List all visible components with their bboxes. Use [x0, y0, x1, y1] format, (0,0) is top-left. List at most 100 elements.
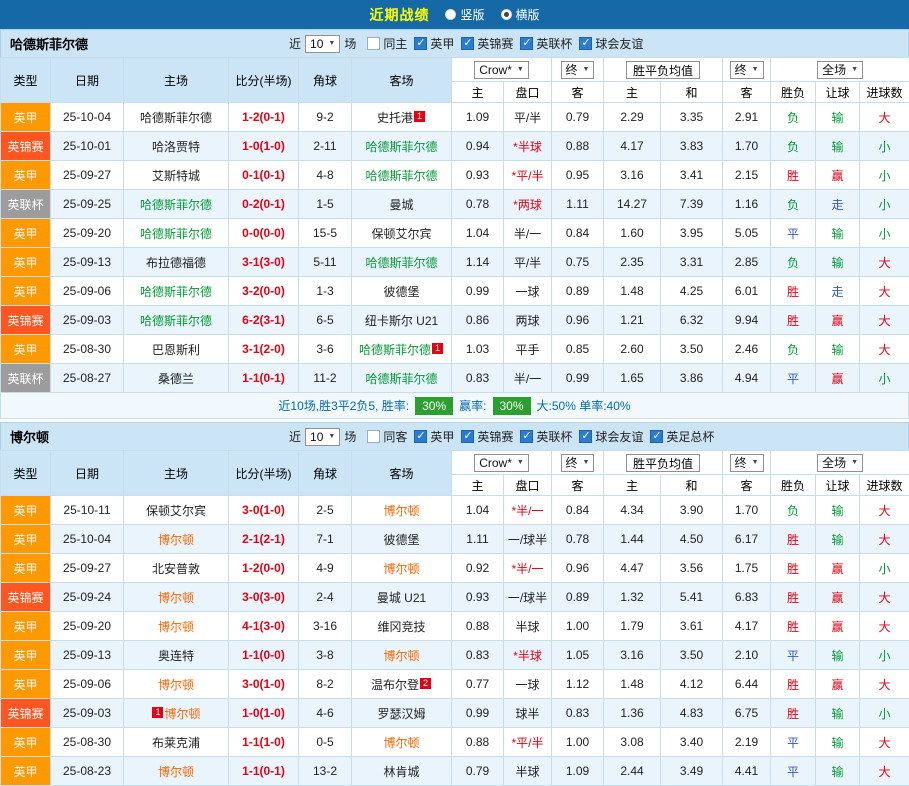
away-team-link[interactable]: 罗瑟汉姆 — [377, 707, 425, 721]
result-flag: 负 — [771, 103, 816, 132]
away-team-cell: 罗瑟汉姆 — [352, 699, 452, 728]
away-team-link[interactable]: 哈德斯菲尔德 — [365, 372, 437, 386]
away-team-link[interactable]: 曼城 — [389, 198, 413, 212]
match-date: 25-10-04 — [51, 103, 124, 132]
checkbox-unchecked[interactable] — [367, 37, 380, 50]
odds-home: 1.04 — [452, 496, 504, 525]
away-team-link[interactable]: 彼德堡 — [383, 533, 419, 547]
scope-select[interactable]: 全场▼ — [817, 61, 863, 79]
away-team-link[interactable]: 哈德斯菲尔德 — [359, 343, 431, 357]
filter-checkbox-英甲[interactable]: 英甲 — [414, 428, 454, 445]
filter-checkbox-同客[interactable]: 同客 — [367, 428, 407, 445]
home-team-link[interactable]: 哈德斯菲尔德 — [140, 314, 212, 328]
home-team-link[interactable]: 哈德斯菲尔德 — [140, 198, 212, 212]
match-count-select[interactable]: 10▼ — [305, 428, 340, 446]
bookmaker-select[interactable]: Crow*▼ — [474, 454, 529, 472]
final-avg-select[interactable]: 终▼ — [730, 454, 764, 472]
home-team-link[interactable]: 哈德斯菲尔德 — [140, 111, 212, 125]
match-row: 英甲25-09-13布拉德福德3-1(3-0)5-11哈德斯菲尔德1.14平/半… — [1, 248, 909, 277]
handicap-result-flag: 走 — [816, 277, 860, 306]
away-team-link[interactable]: 史托港 — [377, 111, 413, 125]
avg-draw: 3.49 — [661, 757, 723, 786]
view-option-horizontal[interactable]: 横版 — [501, 6, 540, 23]
view-option-vertical[interactable]: 竖版 — [445, 6, 484, 23]
match-score: 1-1(0-1) — [229, 757, 299, 786]
handicap-result-flag: 走 — [816, 190, 860, 219]
home-team-link[interactable]: 博尔顿 — [158, 765, 194, 779]
away-team-link[interactable]: 纽卡斯尔 U21 — [365, 314, 438, 328]
match-score: 3-1(3-0) — [229, 248, 299, 277]
goals-flag: 大 — [860, 496, 909, 525]
home-team-link[interactable]: 博尔顿 — [164, 707, 200, 721]
home-team-link[interactable]: 北安普敦 — [152, 562, 200, 576]
home-team-link[interactable]: 哈德斯菲尔德 — [140, 285, 212, 299]
filter-checkbox-英锦赛[interactable]: 英锦赛 — [461, 35, 513, 52]
home-team-link[interactable]: 布拉德福德 — [146, 256, 206, 270]
filter-checkbox-同主[interactable]: 同主 — [367, 35, 407, 52]
filter-checkbox-英足总杯[interactable]: 英足总杯 — [650, 428, 714, 445]
col-corners: 角球 — [299, 451, 352, 496]
bookmaker-select[interactable]: Crow*▼ — [474, 61, 529, 79]
away-team-link[interactable]: 温布尔登 — [371, 678, 419, 692]
match-count-select[interactable]: 10▼ — [305, 35, 340, 53]
checkbox-checked[interactable] — [579, 37, 592, 50]
checkbox-checked[interactable] — [414, 430, 427, 443]
home-team-link[interactable]: 保顿艾尔宾 — [146, 504, 206, 518]
match-date: 25-09-27 — [51, 554, 124, 583]
away-team-link[interactable]: 林肯城 — [383, 765, 419, 779]
filter-checkbox-英甲[interactable]: 英甲 — [414, 35, 454, 52]
corners-score: 2-5 — [299, 496, 352, 525]
filter-checkbox-英联杯[interactable]: 英联杯 — [520, 428, 572, 445]
away-team-link[interactable]: 维冈竞技 — [377, 620, 425, 634]
odds-handicap: 半/一 — [504, 219, 552, 248]
home-team-link[interactable]: 哈洛贾特 — [152, 140, 200, 154]
checkbox-checked[interactable] — [520, 37, 533, 50]
checkbox-checked[interactable] — [650, 430, 663, 443]
checkbox-checked[interactable] — [461, 430, 474, 443]
col-away: 客场 — [352, 58, 452, 103]
home-team-link[interactable]: 桑德兰 — [158, 372, 194, 386]
away-team-link[interactable]: 曼城 U21 — [377, 591, 426, 605]
checkbox-unchecked[interactable] — [367, 430, 380, 443]
chevron-down-icon: ▼ — [517, 459, 524, 466]
final-avg-select[interactable]: 终▼ — [730, 61, 764, 79]
away-team-link[interactable]: 保顿艾尔宾 — [371, 227, 431, 241]
result-flag: 胜 — [771, 699, 816, 728]
home-team-link[interactable]: 博尔顿 — [158, 591, 194, 605]
col-avg-home: 主 — [604, 82, 661, 103]
match-count-value: 10 — [310, 37, 323, 51]
home-team-link[interactable]: 博尔顿 — [158, 533, 194, 547]
away-team-link[interactable]: 博尔顿 — [383, 736, 419, 750]
home-team-link[interactable]: 博尔顿 — [158, 620, 194, 634]
away-team-link[interactable]: 博尔顿 — [383, 504, 419, 518]
home-team-link[interactable]: 布莱克浦 — [152, 736, 200, 750]
checkbox-checked[interactable] — [579, 430, 592, 443]
home-team-link[interactable]: 奥连特 — [158, 649, 194, 663]
home-team-link[interactable]: 博尔顿 — [158, 678, 194, 692]
away-team-link[interactable]: 博尔顿 — [383, 562, 419, 576]
match-score: 0-2(0-1) — [229, 190, 299, 219]
filter-checkbox-英锦赛[interactable]: 英锦赛 — [461, 428, 513, 445]
scope-select[interactable]: 全场▼ — [817, 454, 863, 472]
home-team-link[interactable]: 巴恩斯利 — [152, 343, 200, 357]
filter-checkbox-球会友谊[interactable]: 球会友谊 — [579, 35, 643, 52]
home-team-link[interactable]: 哈德斯菲尔德 — [140, 227, 212, 241]
odds-home: 0.94 — [452, 132, 504, 161]
home-team-link[interactable]: 艾斯特城 — [152, 169, 200, 183]
final-odds-select[interactable]: 终▼ — [561, 454, 595, 472]
checkbox-checked[interactable] — [520, 430, 533, 443]
filter-checkbox-球会友谊[interactable]: 球会友谊 — [579, 428, 643, 445]
checkbox-checked[interactable] — [414, 37, 427, 50]
radio-icon[interactable] — [501, 9, 512, 20]
radio-icon[interactable] — [445, 9, 456, 20]
away-team-link[interactable]: 博尔顿 — [383, 649, 419, 663]
away-team-link[interactable]: 哈德斯菲尔德 — [365, 256, 437, 270]
away-team-link[interactable]: 彼德堡 — [383, 285, 419, 299]
away-team-link[interactable]: 哈德斯菲尔德 — [365, 140, 437, 154]
filter-checkbox-英联杯[interactable]: 英联杯 — [520, 35, 572, 52]
checkbox-checked[interactable] — [461, 37, 474, 50]
away-team-cell: 曼城 — [352, 190, 452, 219]
away-team-link[interactable]: 哈德斯菲尔德 — [365, 169, 437, 183]
avg-away: 2.19 — [723, 728, 771, 757]
final-odds-select[interactable]: 终▼ — [561, 61, 595, 79]
